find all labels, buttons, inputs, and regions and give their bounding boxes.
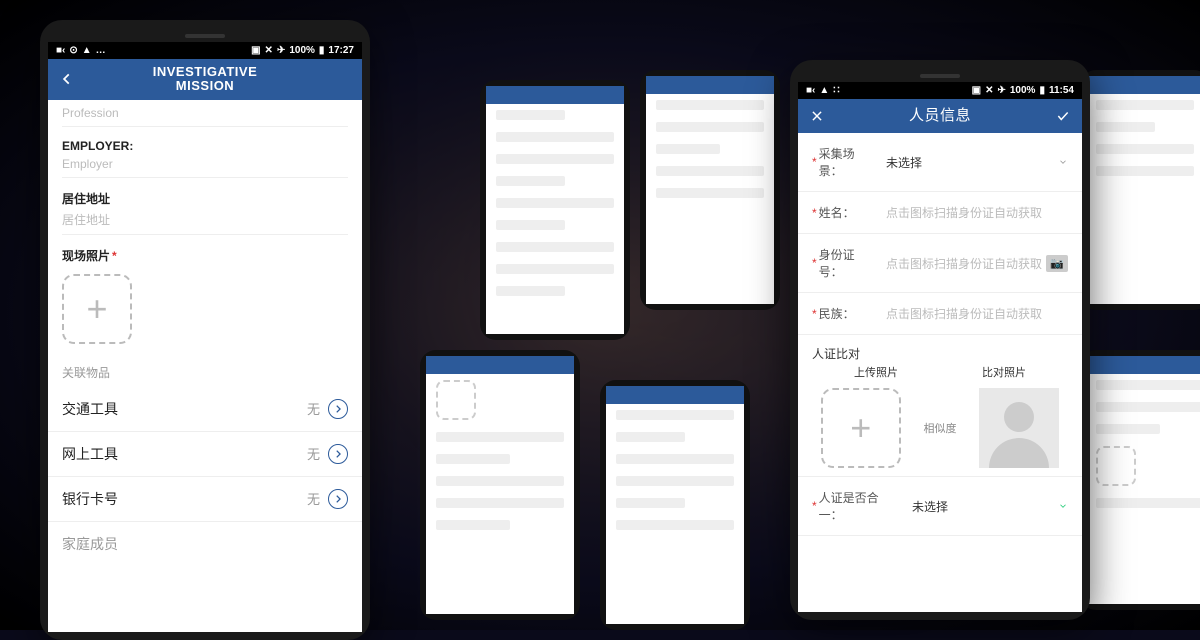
camera-icon[interactable]: 📷 [1046, 255, 1068, 272]
gps-icon: ⊙ [69, 45, 77, 56]
address-input[interactable]: 居住地址 [62, 207, 348, 235]
background-phone [1080, 70, 1200, 310]
employer-label: EMPLOYER: [62, 139, 348, 153]
cast-icon: ▣ [251, 45, 260, 56]
battery-icon: ▮ [319, 45, 325, 56]
mute-icon: ✕ [985, 85, 993, 96]
background-phone [420, 350, 580, 620]
upload-photo-button[interactable]: + [821, 388, 901, 468]
close-button[interactable] [806, 109, 828, 123]
background-phone [600, 380, 750, 630]
row-id-number[interactable]: *身份证号： 点击图标扫描身份证自动获取 📷 [798, 234, 1082, 293]
clock: 17:27 [328, 45, 354, 56]
background-phone [1080, 350, 1200, 610]
row-scene[interactable]: *采集场景： 未选择 [798, 133, 1082, 192]
more-icon: ∷ [833, 85, 839, 96]
employer-input[interactable]: Employer [62, 153, 348, 178]
row-bank-card[interactable]: 银行卡号 无 [48, 477, 362, 522]
match-photo-label: 比对照片 [940, 364, 1068, 380]
phone-screen: ■‹ ⊙ ▲ … ▣ ✕ ✈ 100% ▮ 17:27 INVESTIGATIV… [48, 42, 362, 632]
app-bar: 人员信息 [798, 99, 1082, 133]
row-ethnicity[interactable]: *民族： 点击图标扫描身份证自动获取 [798, 293, 1082, 335]
phone-left: ■‹ ⊙ ▲ … ▣ ✕ ✈ 100% ▮ 17:27 INVESTIGATIV… [40, 20, 370, 640]
warning-icon: ▲ [82, 45, 92, 56]
mute-icon: ✕ [265, 45, 273, 56]
airplane-icon: ✈ [997, 85, 1005, 96]
compare-section-label: 人证比对 [798, 335, 1082, 364]
photo-label: 现场照片* [62, 247, 348, 264]
phone-screen: ■‹ ▲ ∷ ▣ ✕ ✈ 100% ▮ 11:54 人员信息 [798, 82, 1082, 612]
compare-section: + 相似度 [798, 380, 1082, 476]
chevron-right-icon [328, 444, 348, 464]
phone-speaker [920, 74, 960, 78]
row-online-tools[interactable]: 网上工具 无 [48, 432, 362, 477]
row-value: 无 [307, 399, 320, 418]
add-photo-button[interactable]: + [62, 274, 132, 344]
plus-icon: + [86, 291, 107, 327]
page-title: INVESTIGATIVE MISSION [78, 65, 332, 94]
profession-input[interactable]: Profession [62, 102, 348, 127]
row-value: 无 [307, 489, 320, 508]
form-content[interactable]: *采集场景： 未选择 *姓名： 点击图标扫描身份证自动获取 *身份证号： 点击图… [798, 133, 1082, 612]
plus-icon: + [850, 410, 871, 446]
phone-speaker [185, 34, 225, 38]
row-transport[interactable]: 交通工具 无 [48, 387, 362, 432]
avatar-placeholder [979, 388, 1059, 468]
more-icon: … [96, 45, 106, 56]
airplane-icon: ✈ [277, 45, 285, 56]
chevron-right-icon [328, 489, 348, 509]
background-phone [640, 70, 780, 310]
battery-icon: ▮ [1039, 85, 1045, 96]
row-consistency[interactable]: *人证是否合一： 未选择 [798, 476, 1082, 536]
chevron-down-icon [1058, 501, 1068, 511]
row-family[interactable]: 家庭成员 [48, 522, 362, 554]
status-bar: ■‹ ▲ ∷ ▣ ✕ ✈ 100% ▮ 11:54 [798, 82, 1082, 99]
status-bar: ■‹ ⊙ ▲ … ▣ ✕ ✈ 100% ▮ 17:27 [48, 42, 362, 59]
battery-percent: 100% [289, 45, 315, 56]
camera-icon: ■‹ [806, 85, 815, 96]
chevron-right-icon [328, 399, 348, 419]
back-button[interactable] [56, 72, 78, 86]
chevron-down-icon [1058, 157, 1068, 167]
camera-icon: ■‹ [56, 45, 65, 56]
related-section-label: 关联物品 [48, 354, 362, 387]
app-bar: INVESTIGATIVE MISSION [48, 59, 362, 100]
row-value: 无 [307, 444, 320, 463]
address-label: 居住地址 [62, 190, 348, 207]
confirm-button[interactable] [1052, 109, 1074, 123]
form-content[interactable]: Profession EMPLOYER: Employer 居住地址 居住地址 … [48, 100, 362, 632]
similarity-label: 相似度 [924, 420, 957, 436]
background-phone [480, 80, 630, 340]
cast-icon: ▣ [972, 85, 981, 96]
battery-percent: 100% [1010, 85, 1036, 96]
page-title: 人员信息 [828, 108, 1052, 125]
warning-icon: ▲ [819, 85, 829, 96]
row-name[interactable]: *姓名： 点击图标扫描身份证自动获取 [798, 192, 1082, 234]
upload-photo-label: 上传照片 [812, 364, 940, 380]
clock: 11:54 [1049, 85, 1074, 96]
phone-right: ■‹ ▲ ∷ ▣ ✕ ✈ 100% ▮ 11:54 人员信息 [790, 60, 1090, 620]
